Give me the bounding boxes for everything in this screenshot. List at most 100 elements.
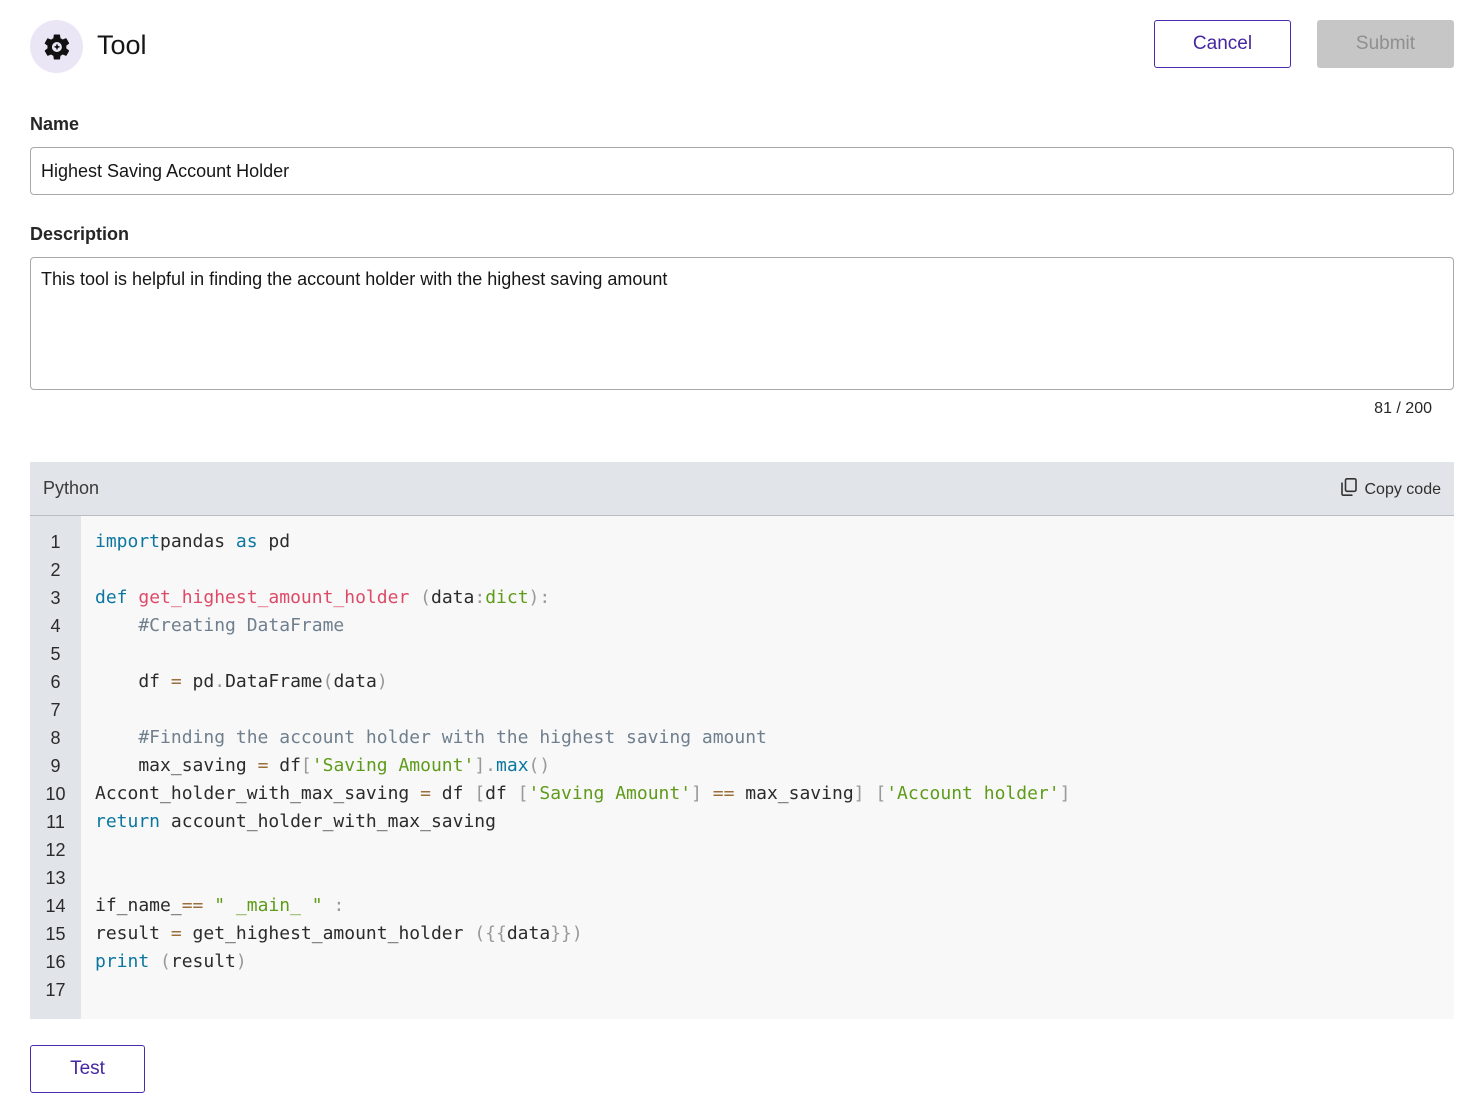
line-number: 5 [50, 644, 61, 664]
line-number: 1 [50, 532, 61, 552]
code-token: ( [322, 671, 334, 692]
line-number: 10 [45, 784, 66, 804]
code-text: #Finding the account holder with the hig… [95, 724, 767, 752]
code-line: 14 if_name_== " _main_ " : [30, 892, 1454, 920]
code-token: def [95, 587, 128, 608]
code-line: 1 importpandas as pd [30, 528, 1454, 556]
code-token: ( [160, 951, 171, 972]
code-token: get_highest_amount_holder [138, 587, 410, 608]
code-token: #Creating DataFrame [95, 615, 345, 636]
name-input[interactable]: Highest Saving Account Holder [30, 147, 1454, 195]
code-token: print [95, 951, 150, 972]
code-token: df [430, 783, 475, 804]
code-text: Accont_holder_with_max_saving = df [df [… [95, 780, 1070, 808]
code-token: = [257, 755, 269, 776]
code-body[interactable]: 1 importpandas as pd 2 3 def get_highest_amo… [30, 528, 1454, 1004]
line-number: 2 [50, 560, 61, 580]
code-token: df [268, 755, 301, 776]
code-token: ): [528, 587, 551, 608]
code-token: max [496, 755, 529, 776]
description-label: Description [30, 224, 130, 244]
copy-code-button[interactable]: Copy code [1340, 478, 1442, 501]
code-token: pandas [160, 531, 236, 552]
line-number: 13 [45, 868, 66, 888]
line-number: 7 [50, 700, 61, 720]
code-token: " _main_ " [214, 895, 323, 916]
code-line: 9 max_saving = df['Saving Amount'].max() [30, 752, 1454, 780]
code-token: == [712, 783, 735, 804]
code-line: 4 #Creating DataFrame [30, 612, 1454, 640]
code-token: [ [474, 783, 486, 804]
code-text: max_saving = df['Saving Amount'].max() [95, 752, 550, 780]
language-label: Python [43, 478, 100, 498]
copy-code-label: Copy code [1364, 480, 1442, 498]
submit-button[interactable]: Submit [1317, 20, 1454, 68]
code-token: 'Saving Amount' [528, 783, 692, 804]
code-token: df [485, 783, 518, 804]
code-token: max_saving [95, 755, 258, 776]
code-token: : [474, 587, 486, 608]
code-line: 15 result = get_highest_amount_holder ({{… [30, 920, 1454, 948]
code-token: ] [1059, 783, 1071, 804]
test-button[interactable]: Test [30, 1045, 145, 1093]
code-token: [ [875, 783, 887, 804]
code-token: = [170, 671, 182, 692]
code-text: print (result) [95, 948, 247, 976]
code-token: = [420, 783, 431, 804]
code-token: ) [235, 951, 247, 972]
code-token: dict [485, 587, 529, 608]
code-text: #Creating DataFrame [95, 612, 344, 640]
code-token: if_name_ [95, 895, 182, 916]
code-line: 6 df = pd.DataFrame(data) [30, 668, 1454, 696]
line-number: 6 [50, 672, 61, 692]
code-token: == [181, 895, 204, 916]
code-token: 'Account holder' [886, 783, 1060, 804]
code-text: result = get_highest_amount_holder ({{da… [95, 920, 583, 948]
page-title: Tool [97, 30, 147, 60]
code-token: ] [853, 783, 865, 804]
code-text: importpandas as pd [95, 528, 290, 556]
line-number: 8 [50, 728, 61, 748]
line-number: 17 [45, 980, 66, 1000]
code-token: ]. [474, 755, 497, 776]
code-line: 2 [30, 556, 1454, 584]
copy-icon [1340, 478, 1357, 501]
line-number: 3 [50, 588, 61, 608]
code-token: data [333, 671, 377, 692]
line-number: 12 [45, 840, 66, 860]
code-editor[interactable]: Python Copy code 1 importpandas as pd 2 3 de… [30, 462, 1454, 1019]
code-token: [ [517, 783, 529, 804]
code-text: return account_holder_with_max_saving [95, 808, 496, 836]
code-token: . [214, 671, 226, 692]
line-number: 4 [50, 616, 61, 636]
line-number: 11 [46, 812, 65, 832]
code-token: result [170, 951, 236, 972]
code-line: 8 #Finding the account holder with the h… [30, 724, 1454, 752]
code-token: pd [181, 671, 215, 692]
cancel-button[interactable]: Cancel [1154, 20, 1291, 68]
code-line: 17 [30, 976, 1454, 1004]
code-text: if_name_== " _main_ " : [95, 892, 344, 920]
code-token: account_holder_with_max_saving [160, 811, 496, 832]
code-line: 11 return account_holder_with_max_saving [30, 808, 1454, 836]
gear-sparkle-icon [30, 20, 83, 73]
code-token: ( [420, 587, 431, 608]
code-token: : [333, 895, 345, 916]
code-token: data [506, 923, 551, 944]
code-token: ) [376, 671, 388, 692]
code-token: 'Saving Amount' [311, 755, 475, 776]
code-line: 3 def get_highest_amount_holder (data:dic… [30, 584, 1454, 612]
code-token: () [528, 755, 551, 776]
code-token: }}) [550, 923, 583, 944]
description-textarea[interactable]: This tool is helpful in finding the acco… [30, 257, 1454, 390]
line-number: 14 [45, 896, 66, 916]
code-token: #Finding the account holder with the hig… [95, 727, 767, 748]
line-number: 9 [50, 756, 61, 776]
code-token: DataFrame [225, 671, 323, 692]
